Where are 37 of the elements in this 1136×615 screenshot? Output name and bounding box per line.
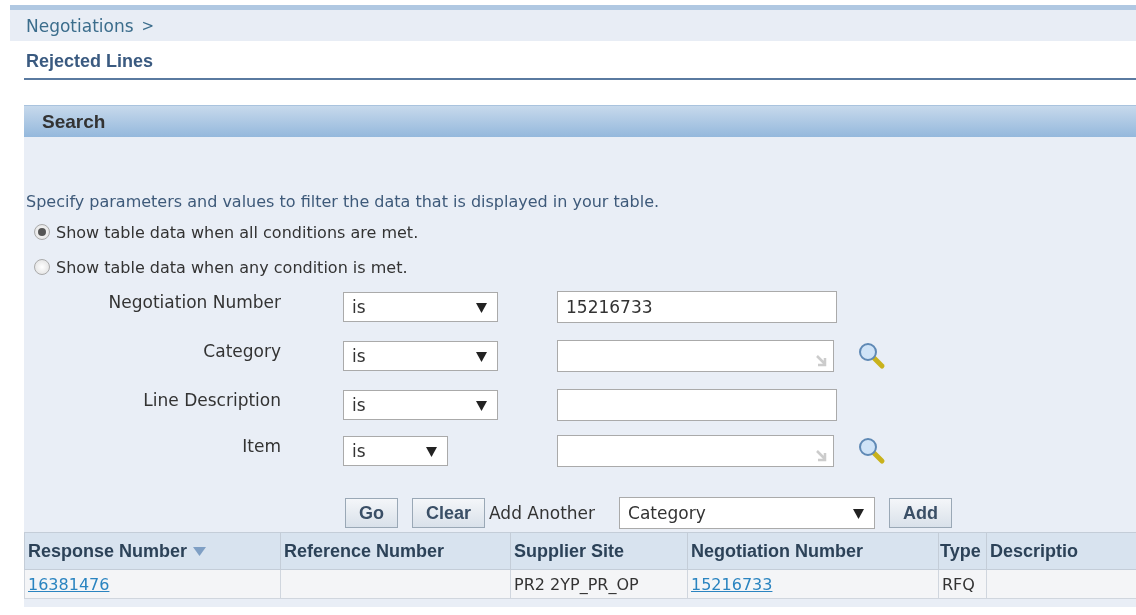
- criteria-label: Negotiation Number: [107, 292, 281, 312]
- operator-select[interactable]: is: [343, 436, 448, 466]
- breadcrumb-separator: >: [141, 16, 155, 35]
- breadcrumb-link[interactable]: Negotiations: [26, 15, 134, 36]
- radio-label: Show table data when any condition is met.: [56, 257, 408, 277]
- column-header[interactable]: Type: [938, 532, 987, 570]
- lov-field[interactable]: [557, 340, 834, 372]
- text-field[interactable]: 15216733: [557, 291, 837, 323]
- column-header[interactable]: Negotiation Number: [687, 532, 939, 570]
- search-icon[interactable]: [858, 437, 886, 465]
- radio-button[interactable]: [34, 259, 50, 275]
- text-field[interactable]: [557, 389, 837, 421]
- arrow-icon: [815, 450, 829, 463]
- radio-label: Show table data when all conditions are met.: [56, 222, 419, 242]
- criteria-label: Category: [202, 341, 281, 361]
- clear-button[interactable]: Clear: [412, 498, 486, 528]
- operator-select[interactable]: is: [343, 390, 498, 420]
- criteria-label: Line Description: [142, 390, 281, 410]
- page-title: Rejected Lines: [24, 49, 1136, 80]
- criteria-label: Item: [241, 436, 281, 456]
- operator-select[interactable]: is: [343, 341, 498, 371]
- arrow-icon: [815, 355, 829, 368]
- column-header[interactable]: Supplier Site: [510, 532, 688, 570]
- radio-button[interactable]: [34, 224, 50, 240]
- field-select[interactable]: Category: [619, 497, 876, 529]
- column-header[interactable]: Descriptio: [986, 532, 1136, 570]
- add-button[interactable]: Add: [889, 498, 953, 528]
- search-header: Search: [24, 105, 1136, 137]
- go-button[interactable]: Go: [345, 498, 398, 528]
- lov-field[interactable]: [557, 435, 834, 467]
- search-icon[interactable]: [858, 342, 886, 370]
- operator-select[interactable]: is: [343, 292, 498, 322]
- table-cell: PR2 2YP_PR_OP: [510, 569, 688, 599]
- column-header[interactable]: Response Number: [24, 532, 281, 570]
- instruction-text: Specify parameters and values to filter the data that is displayed in your table.: [25, 191, 661, 213]
- add-another-label: Add Another: [489, 503, 596, 523]
- column-header[interactable]: Reference Number: [280, 532, 511, 570]
